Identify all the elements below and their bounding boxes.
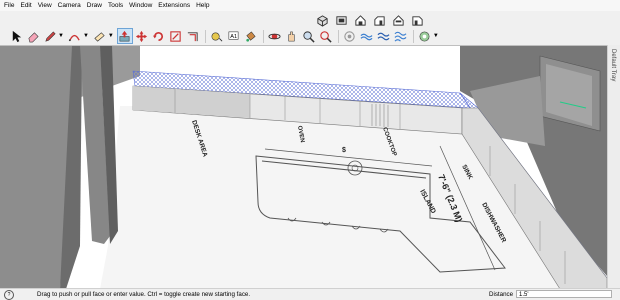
eraser-icon[interactable] xyxy=(25,28,41,44)
menu-file[interactable]: File xyxy=(0,0,17,11)
select-icon[interactable] xyxy=(8,28,24,44)
toolbar-separator xyxy=(262,29,264,43)
default-tray[interactable]: Default Tray xyxy=(607,45,620,288)
tray-label: Default Tray xyxy=(610,49,616,82)
model-viewport[interactable]: DESK AREA OVEN COOKTOP SINK DISHWASHER I… xyxy=(0,45,607,289)
status-bar: ? Drag to push or pull face or enter val… xyxy=(0,288,620,300)
chevron-down-icon[interactable]: ▼ xyxy=(433,33,439,39)
rotate-icon[interactable] xyxy=(151,28,167,44)
toolbar-separator xyxy=(412,29,414,43)
component-options-icon[interactable] xyxy=(417,28,433,44)
arc-icon[interactable] xyxy=(67,28,83,44)
menu-extensions[interactable]: Extensions xyxy=(155,0,193,11)
kitchen-model: DESK AREA OVEN COOKTOP SINK DISHWASHER I… xyxy=(0,46,607,289)
top-view-icon[interactable] xyxy=(333,12,349,28)
offset-icon[interactable] xyxy=(185,28,201,44)
menu-tools[interactable]: Tools xyxy=(105,0,126,11)
menu-edit[interactable]: Edit xyxy=(17,0,34,11)
chevron-down-icon[interactable]: ▼ xyxy=(58,33,64,39)
left-view-icon[interactable] xyxy=(409,12,425,28)
menu-camera[interactable]: Camera xyxy=(55,0,84,11)
menu-window[interactable]: Window xyxy=(126,0,155,11)
zoom-extents-icon[interactable] xyxy=(318,28,334,44)
menu-view[interactable]: View xyxy=(35,0,55,11)
paint-bucket-icon[interactable] xyxy=(243,28,259,44)
front-view-icon[interactable] xyxy=(352,12,368,28)
back-view-icon[interactable] xyxy=(390,12,406,28)
svg-text:A1: A1 xyxy=(231,33,238,39)
3d-warehouse-icon[interactable] xyxy=(342,28,358,44)
info-icon[interactable]: ? xyxy=(4,289,14,300)
orbit-icon[interactable] xyxy=(267,28,283,44)
menu-help[interactable]: Help xyxy=(193,0,212,11)
status-message: Drag to push or pull face or enter value… xyxy=(37,291,251,298)
label-dim-mark: $ xyxy=(342,147,346,154)
chevron-down-icon[interactable]: ▼ xyxy=(83,33,89,39)
push-pull-icon[interactable] xyxy=(116,28,133,44)
sandbox-icon[interactable] xyxy=(393,28,409,44)
rectangle-icon[interactable] xyxy=(92,28,108,44)
extension-warehouse-icon[interactable] xyxy=(359,28,375,44)
pencil-icon[interactable] xyxy=(42,28,58,44)
main-toolbar: ▼ ▼ ▼ A1 ▼ xyxy=(0,27,620,45)
views-toolbar xyxy=(314,12,426,28)
menu-bar: File Edit View Camera Draw Tools Window … xyxy=(0,0,620,11)
scale-icon[interactable] xyxy=(168,28,184,44)
pan-icon[interactable] xyxy=(284,28,300,44)
layout-icon[interactable] xyxy=(376,28,392,44)
menu-draw[interactable]: Draw xyxy=(84,0,105,11)
measurements-input[interactable]: 1.5' xyxy=(516,290,612,298)
toolbar-separator xyxy=(337,29,339,43)
tape-measure-icon[interactable] xyxy=(209,28,225,44)
chevron-down-icon[interactable]: ▼ xyxy=(108,33,114,39)
move-icon[interactable] xyxy=(134,28,150,44)
iso-view-icon[interactable] xyxy=(314,12,330,28)
toolbar-separator xyxy=(204,29,206,43)
right-view-icon[interactable] xyxy=(371,12,387,28)
text-icon[interactable]: A1 xyxy=(226,28,242,44)
measurements-label: Distance xyxy=(489,291,514,298)
zoom-icon[interactable] xyxy=(301,28,317,44)
